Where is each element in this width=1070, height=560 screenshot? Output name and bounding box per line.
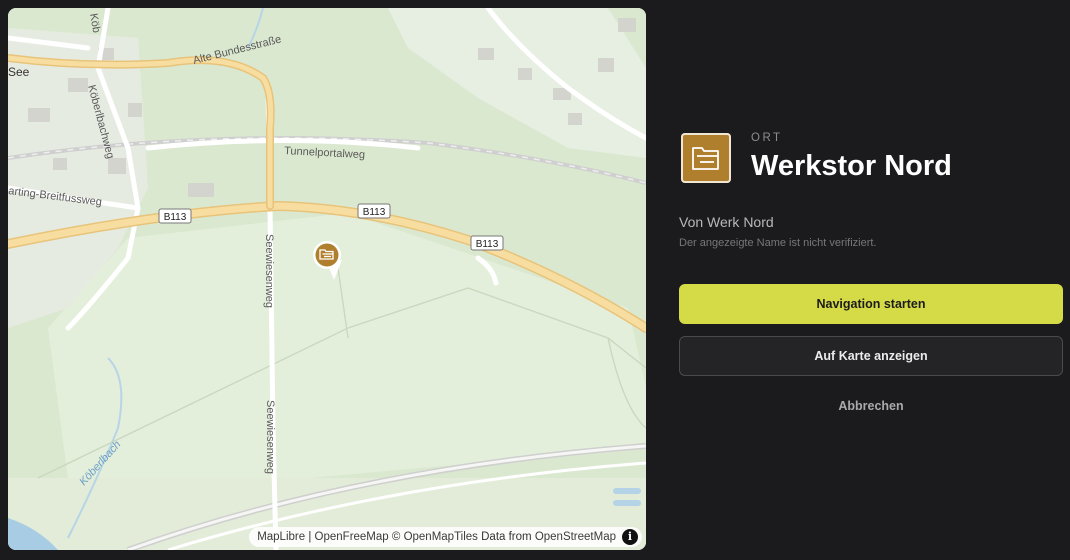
- unverified-notice: Der angezeigte Name ist nicht verifizier…: [679, 237, 877, 249]
- place-source: Von Werk Nord: [679, 214, 774, 230]
- b113-shield: B113: [470, 235, 504, 251]
- place-details-panel: ORT Werkstor Nord Von Werk Nord Der ange…: [679, 0, 1063, 560]
- start-navigation-button[interactable]: Navigation starten: [679, 284, 1063, 324]
- attrib-maplibre-link[interactable]: MapLibre: [257, 531, 305, 543]
- water-pool: [613, 500, 641, 506]
- svg-text:B113: B113: [476, 239, 499, 250]
- map-view[interactable]: B113 B113 B113 See Köb Alte Bundesstraße…: [8, 8, 646, 550]
- map-canvas[interactable]: B113 B113 B113 See Köb Alte Bundesstraße…: [8, 8, 646, 550]
- marker-fill: [315, 243, 339, 267]
- place-title: Werkstor Nord: [751, 150, 952, 182]
- svg-text:B113: B113: [164, 212, 187, 223]
- label-see: See: [8, 65, 30, 79]
- attrib-openmaptiles-link[interactable]: OpenMapTiles: [404, 531, 478, 543]
- cancel-button[interactable]: Abbrechen: [679, 399, 1063, 417]
- place-type-badge: [681, 133, 731, 183]
- map-attribution: MapLibre | OpenFreeMap © OpenMapTiles Da…: [249, 527, 642, 547]
- folder-open-icon: [692, 147, 719, 170]
- attrib-copyright: ©: [388, 531, 404, 543]
- place-kicker: ORT: [751, 132, 783, 144]
- label-seewiesenweg: Seewiesenweg: [263, 234, 275, 308]
- attrib-data-from: Data from: [477, 531, 535, 543]
- show-on-map-button[interactable]: Auf Karte anzeigen: [679, 336, 1063, 376]
- attrib-separator: |: [305, 531, 315, 543]
- attrib-osm-link[interactable]: OpenStreetMap: [535, 531, 616, 543]
- info-icon[interactable]: i: [622, 529, 638, 545]
- b113-shield: B113: [357, 203, 391, 219]
- svg-text:B113: B113: [363, 207, 386, 218]
- water-pool: [613, 488, 641, 494]
- attrib-openfreemap-link[interactable]: OpenFreeMap: [315, 531, 389, 543]
- app-root: B113 B113 B113 See Köb Alte Bundesstraße…: [0, 0, 1070, 560]
- b113-shield: B113: [158, 208, 192, 224]
- label-seewiesenweg: Seewiesenweg: [264, 400, 276, 474]
